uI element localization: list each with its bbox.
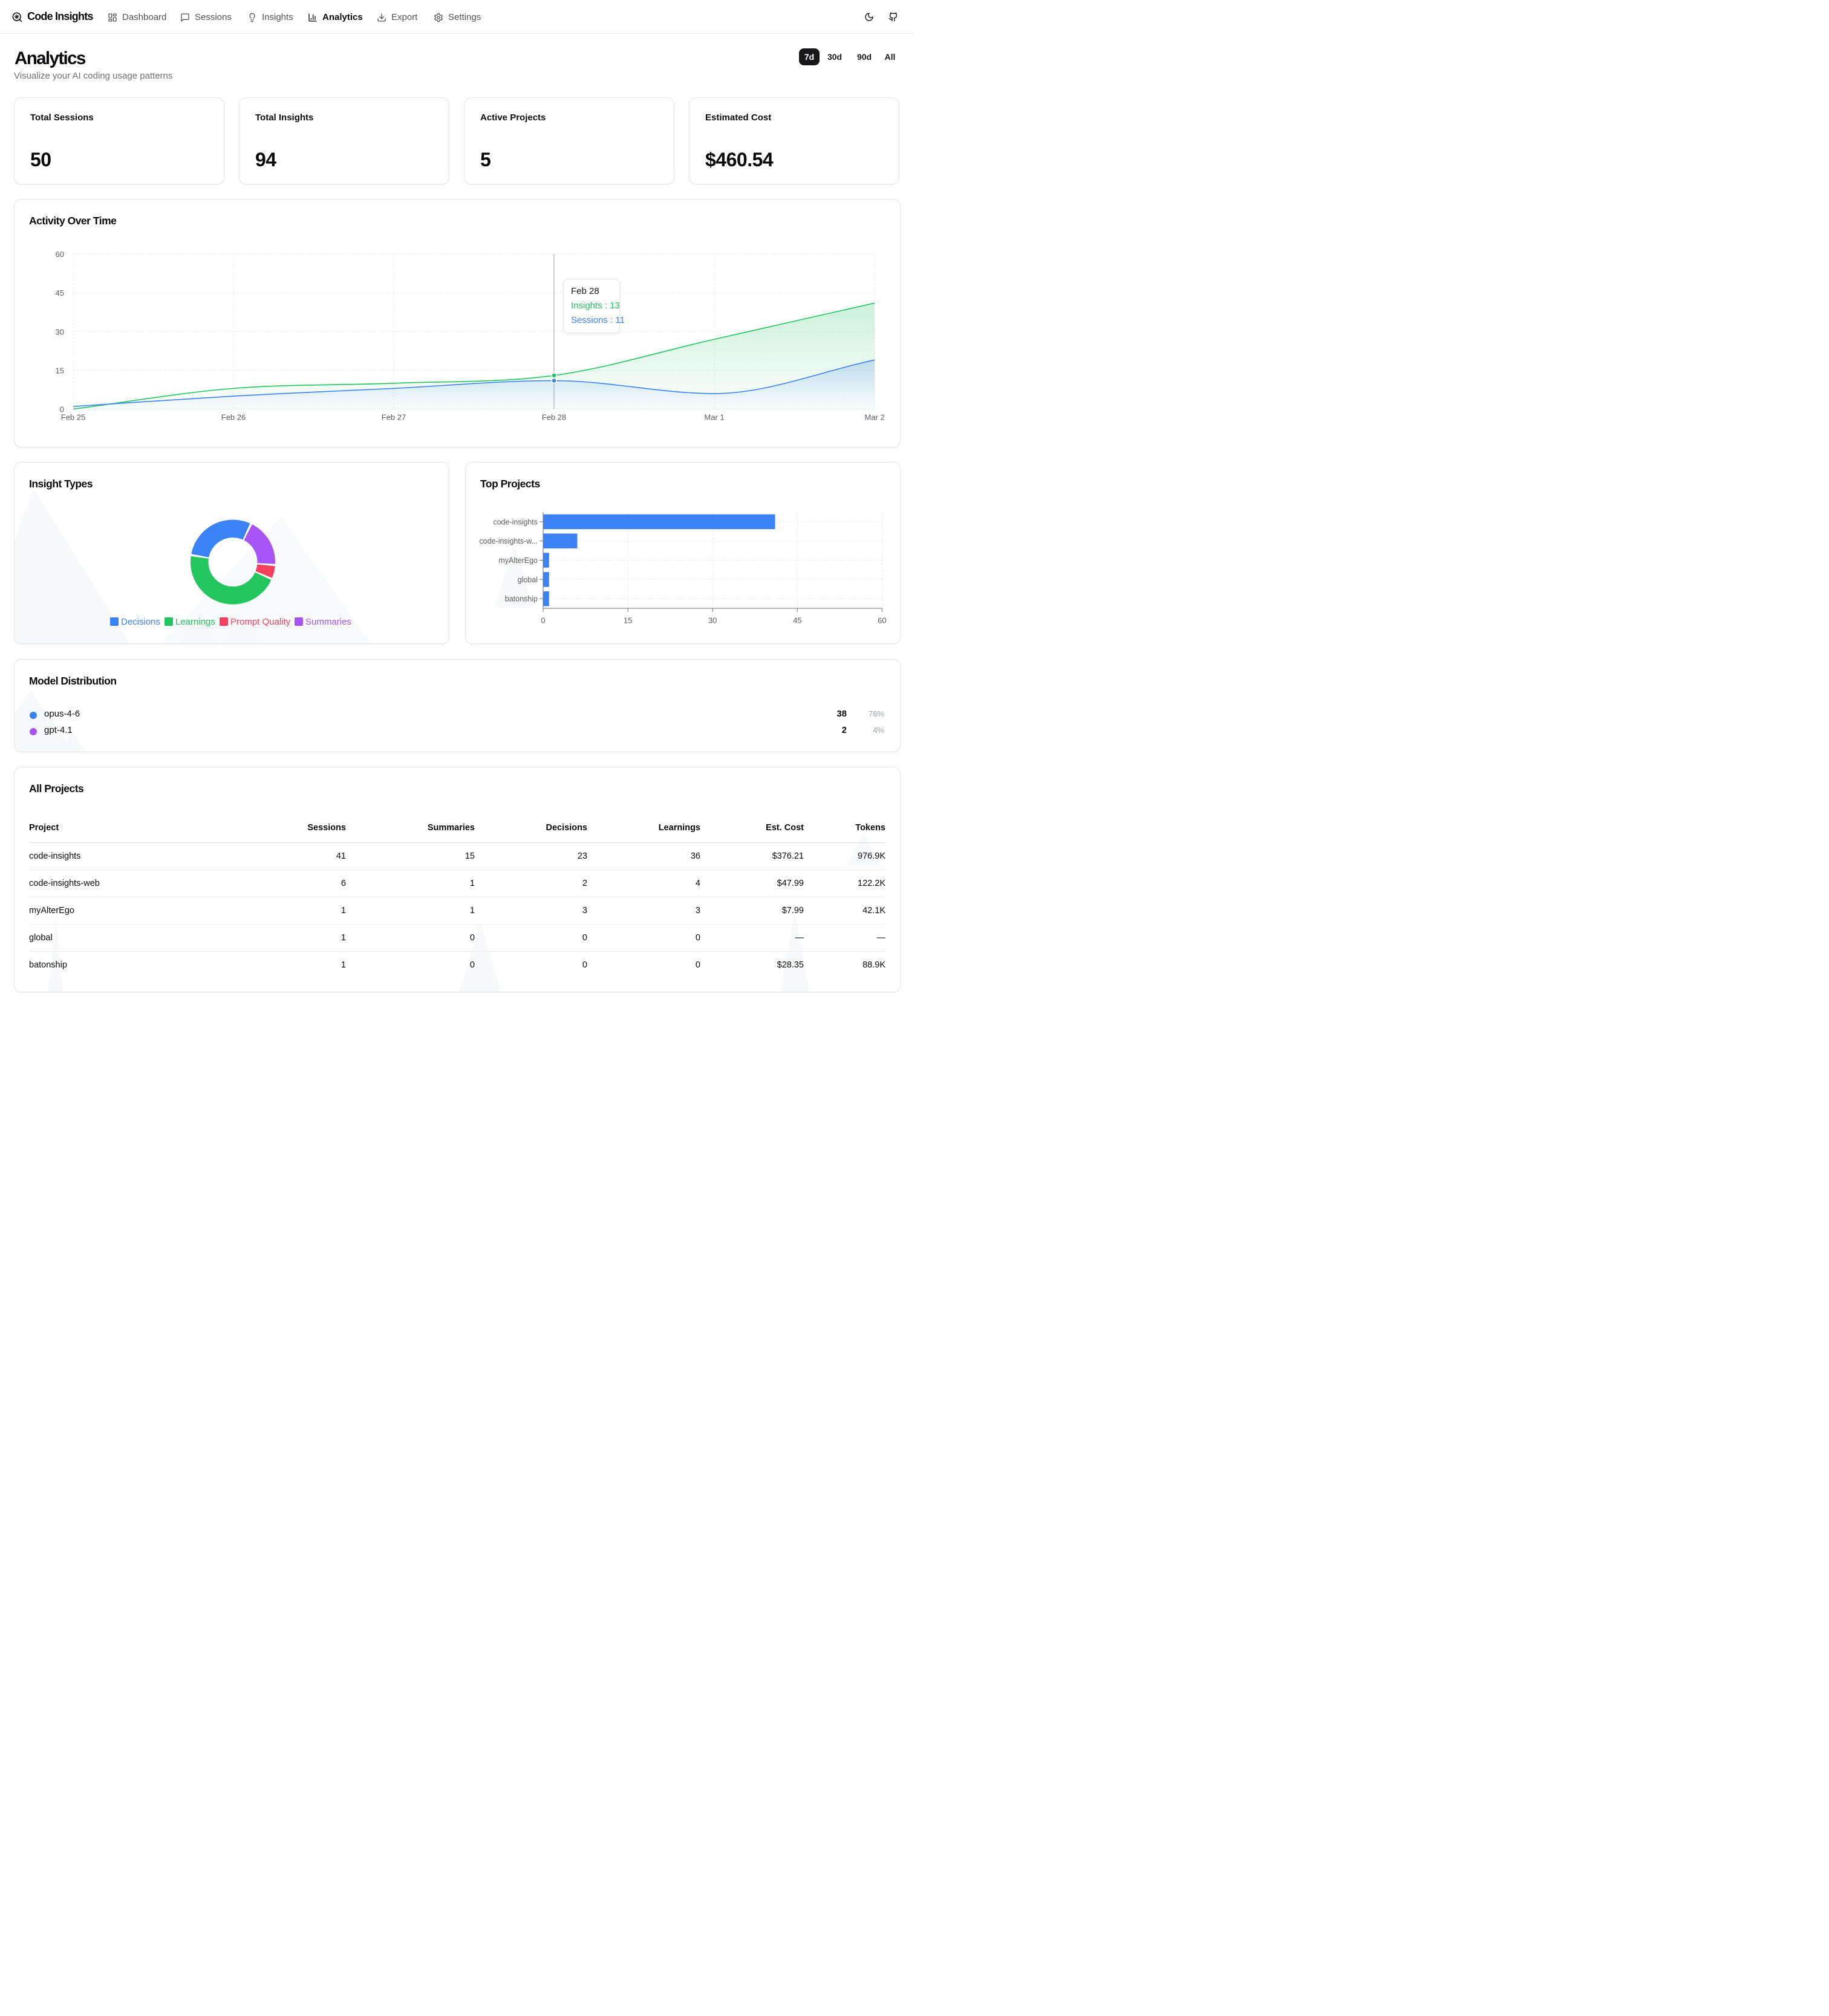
svg-text:15: 15 <box>624 616 632 625</box>
svg-text:Mar 1: Mar 1 <box>704 413 724 422</box>
svg-text:Feb 27: Feb 27 <box>382 413 406 422</box>
svg-text:45: 45 <box>56 288 64 298</box>
svg-text:code-insights: code-insights <box>493 518 538 526</box>
svg-text:Feb 25: Feb 25 <box>61 413 85 422</box>
svg-text:30: 30 <box>708 616 717 625</box>
svg-text:60: 60 <box>56 250 64 259</box>
svg-text:batonship: batonship <box>505 595 538 603</box>
svg-text:30: 30 <box>56 327 64 336</box>
svg-text:60: 60 <box>878 616 886 625</box>
svg-text:code-insights-w...: code-insights-w... <box>479 537 538 545</box>
svg-text:45: 45 <box>793 616 801 625</box>
svg-text:Feb 26: Feb 26 <box>221 413 246 422</box>
svg-text:Mar 2: Mar 2 <box>864 413 884 422</box>
svg-text:Feb 28: Feb 28 <box>542 413 566 422</box>
svg-text:myAlterEgo: myAlterEgo <box>498 556 538 565</box>
svg-text:15: 15 <box>56 366 64 375</box>
svg-text:global: global <box>518 576 538 584</box>
svg-text:0: 0 <box>541 616 545 625</box>
